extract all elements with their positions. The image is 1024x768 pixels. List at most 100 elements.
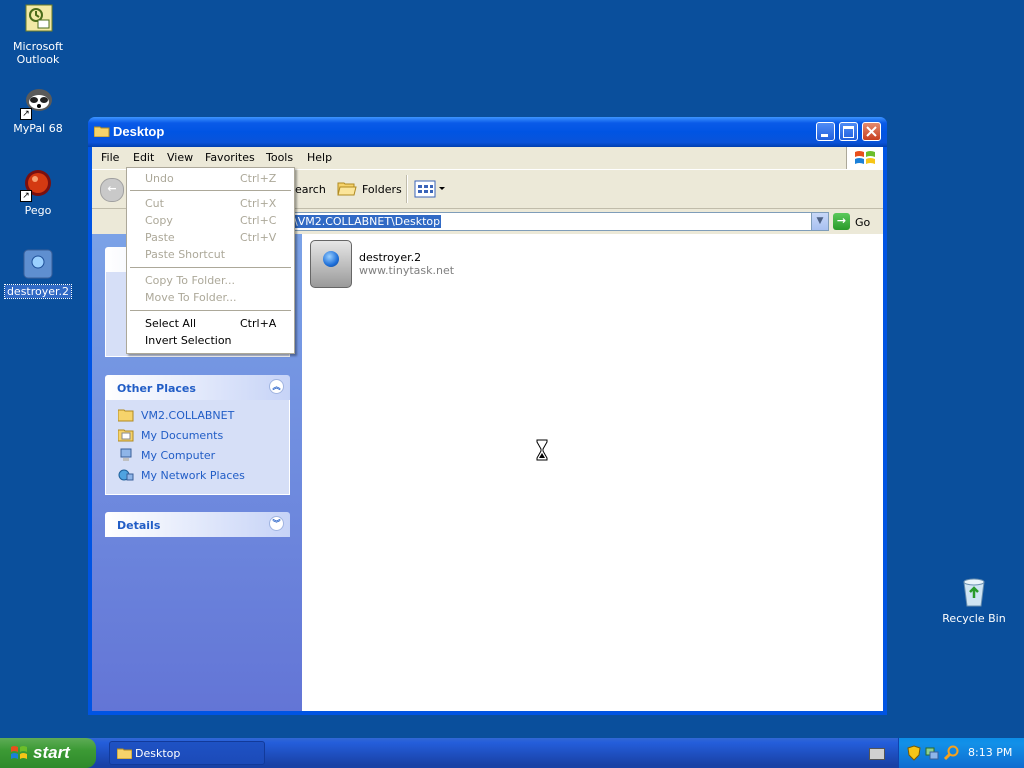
other-places-panel: Other Places ︽ VM2.COLLABNET My Document… [105, 375, 290, 495]
folder-icon [118, 409, 134, 422]
edit-menu-dropdown: Undo Ctrl+Z Cut Ctrl+X Copy Ctrl+C Paste… [126, 167, 295, 354]
panel-body: VM2.COLLABNET My Documents My Computer M… [105, 400, 290, 495]
hourglass-cursor-icon [536, 439, 548, 461]
outlook-icon [22, 4, 54, 36]
panel-header[interactable]: Details ︾ [105, 512, 290, 537]
views-button[interactable] [414, 180, 448, 198]
address-input[interactable]: \VM2.COLLABNET\Desktop ▼ [290, 212, 829, 231]
menu-item-label: Copy [145, 214, 173, 227]
windows-logo-icon [846, 147, 883, 169]
recycle-bin-icon [958, 576, 990, 608]
network-tray-icon[interactable] [925, 745, 939, 761]
desktop-icon-label: Pego [24, 204, 52, 217]
desktop-icon-pego[interactable]: ↗ Pego [0, 168, 76, 217]
menu-item-label: Copy To Folder... [145, 274, 235, 287]
close-icon [866, 126, 877, 137]
network-places-icon [118, 469, 134, 481]
panel-title: Details [117, 519, 161, 532]
link-label: VM2.COLLABNET [141, 409, 235, 422]
menu-item-paste[interactable]: Paste Ctrl+V [127, 229, 294, 246]
go-arrow-icon[interactable]: → [833, 213, 850, 230]
menu-item-select-all[interactable]: Select All Ctrl+A [127, 315, 294, 332]
link-label: My Computer [141, 449, 216, 462]
menu-edit[interactable]: Edit [133, 151, 154, 164]
folders-button[interactable]: Folders [362, 183, 402, 196]
menu-item-undo[interactable]: Undo Ctrl+Z [127, 170, 294, 187]
window-title: Desktop [113, 124, 165, 139]
menu-favorites[interactable]: Favorites [205, 151, 255, 164]
menu-item-shortcut: Ctrl+Z [240, 172, 277, 185]
my-documents-icon [118, 429, 134, 442]
close-button[interactable] [862, 122, 881, 141]
desktop-icon-label: Microsoft Outlook [12, 40, 64, 66]
tinytask-icon [310, 240, 352, 288]
menu-help[interactable]: Help [307, 151, 332, 164]
panel-title: Other Places [117, 382, 196, 395]
panel-header[interactable]: Other Places ︽ [105, 375, 290, 400]
toolbar-separator [406, 175, 408, 203]
go-button[interactable]: Go [855, 216, 870, 229]
menu-item-label: Paste Shortcut [145, 248, 226, 261]
menu-item-label: Undo [145, 172, 174, 185]
menu-item-label: Move To Folder... [145, 291, 237, 304]
details-panel: Details ︾ [105, 512, 290, 537]
my-computer-icon [120, 448, 132, 461]
minimize-button[interactable] [816, 122, 835, 141]
link-vm2[interactable]: VM2.COLLABNET [106, 406, 289, 426]
address-value: \VM2.COLLABNET\Desktop [293, 215, 442, 228]
link-my-computer[interactable]: My Computer [106, 446, 289, 466]
menu-item-label: Paste [145, 231, 175, 244]
menu-tools[interactable]: Tools [266, 151, 293, 164]
collapse-chevron-icon[interactable]: ︽ [269, 379, 284, 394]
system-tray: 8:13 PM [898, 738, 1024, 768]
desktop-icon-label: MyPal 68 [13, 122, 63, 135]
desktop-icon-destroyer[interactable]: destroyer.2 [0, 249, 76, 299]
menu-item-copy-to-folder[interactable]: Copy To Folder... [127, 272, 294, 289]
menu-file[interactable]: File [101, 151, 119, 164]
desktop-icon-label: destroyer.2 [3, 284, 73, 299]
desktop-icon-mypal[interactable]: ↗ MyPal 68 [0, 86, 76, 135]
desktop-icon-recycle-bin[interactable]: Recycle Bin [936, 576, 1012, 625]
raccoon-icon: ↗ [20, 86, 54, 120]
menu-item-cut[interactable]: Cut Ctrl+X [127, 195, 294, 212]
file-list: destroyer.2 www.tinytask.net [302, 234, 883, 711]
menu-item-shortcut: Ctrl+V [240, 231, 277, 244]
chevron-down-icon[interactable]: ▼ [811, 213, 828, 230]
start-button[interactable]: start [0, 738, 96, 768]
title-bar[interactable]: Desktop [88, 117, 887, 147]
file-name: destroyer.2 [359, 251, 422, 264]
desktop-icon-label: Recycle Bin [942, 612, 1006, 625]
menu-item-move-to-folder[interactable]: Move To Folder... [127, 289, 294, 306]
file-description: www.tinytask.net [359, 264, 455, 277]
menu-item-paste-shortcut[interactable]: Paste Shortcut [127, 246, 294, 263]
taskbar-button-label: Desktop [135, 747, 181, 760]
views-icon [414, 180, 445, 198]
maximize-button[interactable] [839, 122, 858, 141]
menu-separator [130, 267, 291, 268]
shortcut-arrow-icon: ↗ [20, 108, 32, 120]
keyboard-icon[interactable] [869, 748, 885, 760]
menu-view[interactable]: View [167, 151, 193, 164]
security-shield-icon[interactable] [907, 745, 921, 761]
desktop-icon-outlook[interactable]: Microsoft Outlook [0, 4, 76, 66]
taskbar-button-desktop[interactable]: Desktop [109, 741, 265, 765]
menu-item-shortcut: Ctrl+A [240, 317, 277, 330]
link-my-network-places[interactable]: My Network Places [106, 466, 289, 486]
maximize-icon [843, 126, 854, 138]
link-label: My Documents [141, 429, 224, 442]
menu-item-invert-selection[interactable]: Invert Selection [127, 332, 294, 349]
search-icon[interactable] [944, 745, 960, 761]
menu-item-shortcut: Ctrl+C [240, 214, 277, 227]
link-label: My Network Places [141, 469, 245, 482]
folder-icon [117, 748, 132, 759]
link-my-documents[interactable]: My Documents [106, 426, 289, 446]
expand-chevron-icon[interactable]: ︾ [269, 516, 284, 531]
menu-item-copy[interactable]: Copy Ctrl+C [127, 212, 294, 229]
back-button[interactable]: ← [100, 178, 124, 202]
clock: 8:13 PM [968, 746, 1013, 759]
folder-icon [94, 126, 110, 137]
menu-item-label: Select All [145, 317, 197, 330]
menu-item-label: Invert Selection [145, 334, 232, 347]
folders-icon [337, 182, 357, 196]
menu-item-shortcut: Ctrl+X [240, 197, 277, 210]
